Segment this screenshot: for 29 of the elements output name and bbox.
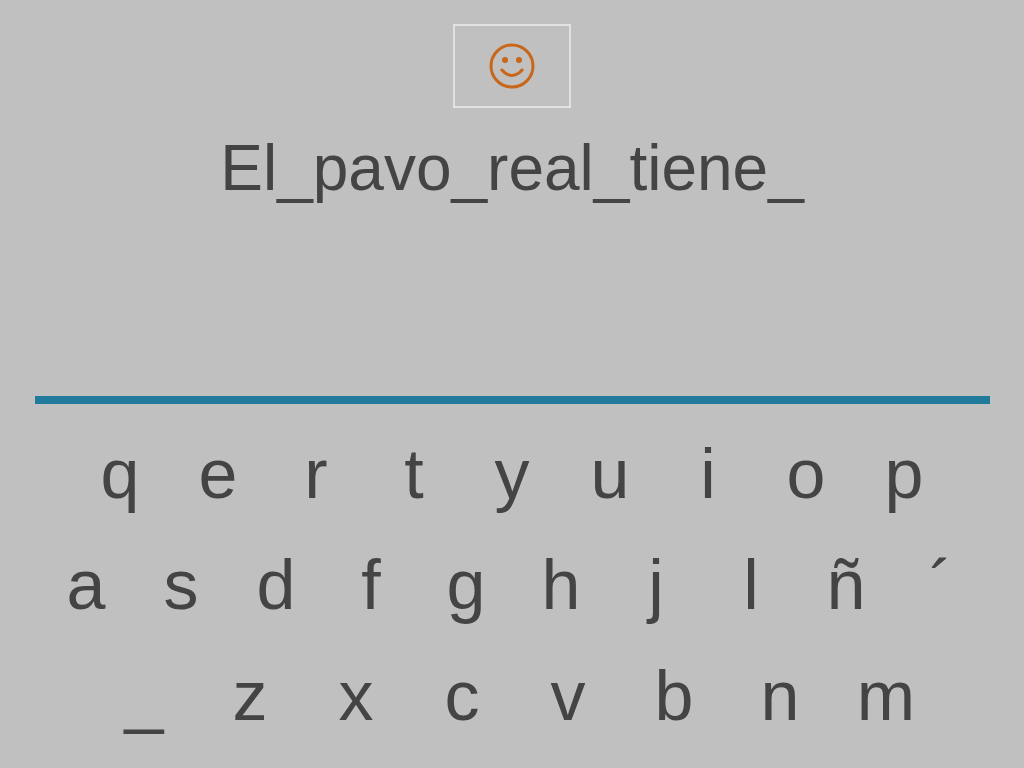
letter-key[interactable]: ñ [798,539,894,630]
letter-key[interactable]: g [418,539,514,630]
letter-key[interactable]: j [608,539,704,630]
letter-key[interactable]: b [621,650,727,741]
letter-key[interactable]: i [659,428,757,519]
letter-key[interactable]: d [228,539,324,630]
letter-key[interactable]: p [855,428,953,519]
letter-key[interactable]: q [71,428,169,519]
letter-key[interactable]: c [409,650,515,741]
letter-key[interactable]: h [513,539,609,630]
sentence-text: El_pavo_real_tiene_ [220,131,804,206]
letter-key[interactable]: o [757,428,855,519]
letter-key[interactable]: l [703,539,799,630]
letter-key[interactable]: f [323,539,419,630]
letter-key[interactable]: e [169,428,267,519]
letter-key[interactable]: m [833,650,939,741]
letter-key[interactable]: ´ [893,539,989,630]
letter-key[interactable]: v [515,650,621,741]
letter-key[interactable]: z [197,650,303,741]
letter-key[interactable]: s [133,539,229,630]
smiley-icon [488,42,536,90]
letter-key[interactable]: r [267,428,365,519]
letter-key[interactable]: x [303,650,409,741]
letter-key[interactable]: t [365,428,463,519]
letter-key[interactable]: _ [91,650,197,741]
letter-key[interactable]: a [38,539,134,630]
letter-key[interactable]: y [463,428,561,519]
letter-key[interactable]: n [727,650,833,741]
letter-key[interactable]: u [561,428,659,519]
